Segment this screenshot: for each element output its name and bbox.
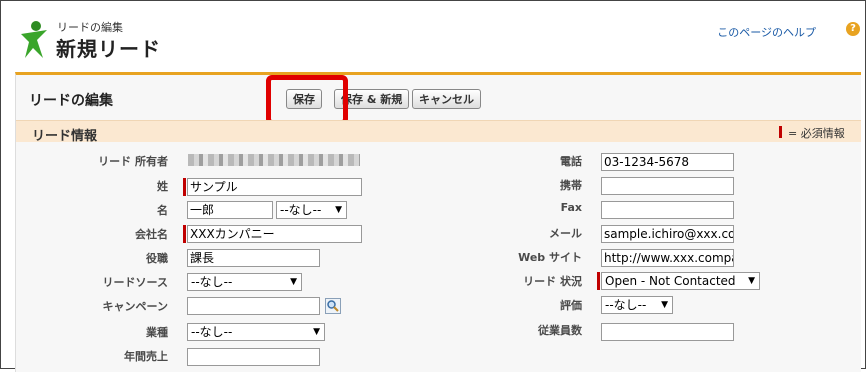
employees-input[interactable] [601, 323, 734, 341]
email-input[interactable]: sample.ichiro@xxx.comp [601, 225, 734, 243]
rating-select-value: --なし-- [605, 298, 647, 312]
page-title: 新規リード [56, 37, 161, 61]
lead-status-select[interactable]: Open - Not Contacted ▼ [601, 272, 760, 290]
chevron-down-icon: ▼ [748, 276, 755, 286]
salutation-select-value: --なし-- [280, 203, 322, 217]
chevron-down-icon: ▼ [313, 327, 320, 337]
first-name-input[interactable]: 一郎 [187, 201, 273, 219]
required-legend: = 必須情報 [788, 127, 845, 140]
lead-source-label: リードソース [102, 276, 168, 289]
salutation-select[interactable]: --なし-- ▼ [276, 201, 347, 219]
job-title-input[interactable]: 課長 [187, 249, 320, 267]
lead-edit-panel: リードの編集 保存 保存 & 新規 キャンセル リード情報 = 必須情報 リード… [15, 72, 861, 372]
employees-label: 従業員数 [538, 324, 582, 337]
lead-source-select[interactable]: --なし-- ▼ [187, 273, 302, 291]
help-link[interactable]: このページのヘルプ [717, 24, 816, 40]
help-icon[interactable]: ? [846, 22, 860, 36]
fax-label: Fax [560, 201, 582, 214]
section-header: リード情報 = 必須情報 [16, 120, 861, 144]
lead-form: リード 所有者 姓 名 会社名 役職 リードソース キャンペーン 業種 年間売上… [16, 142, 861, 372]
chevron-down-icon: ▼ [290, 277, 297, 287]
cancel-button[interactable]: キャンセル [412, 89, 481, 109]
annual-revenue-input[interactable] [187, 348, 320, 366]
lead-status-select-value: Open - Not Contacted [605, 274, 736, 288]
mobile-input[interactable] [601, 177, 734, 195]
lead-logo-icon [21, 21, 47, 58]
owner-label: リード 所有者 [98, 155, 168, 168]
company-required-marker [183, 225, 186, 243]
last-name-label: 姓 [157, 180, 168, 193]
email-label: メール [549, 227, 582, 240]
industry-select[interactable]: --なし-- ▼ [187, 323, 325, 341]
chevron-down-icon: ▼ [661, 300, 668, 310]
website-label: Web サイト [518, 251, 582, 264]
company-label: 会社名 [135, 228, 168, 241]
fax-input[interactable] [601, 201, 734, 219]
phone-label: 電話 [560, 155, 582, 168]
phone-input[interactable]: 03-1234-5678 [601, 153, 734, 171]
owner-value-blurred [188, 154, 360, 166]
rating-label: 評価 [560, 299, 582, 312]
lead-source-select-value: --なし-- [191, 275, 233, 289]
industry-label: 業種 [146, 326, 168, 339]
mobile-label: 携帯 [560, 179, 582, 192]
campaign-input[interactable] [187, 297, 320, 315]
lookup-icon[interactable] [325, 298, 341, 314]
company-input[interactable]: XXXカンパニー [187, 225, 362, 243]
lead-status-required-marker [597, 272, 600, 290]
last-name-required-marker [183, 178, 186, 196]
annual-revenue-label: 年間売上 [124, 350, 168, 363]
industry-select-value: --なし-- [191, 325, 233, 339]
first-name-label: 名 [157, 204, 168, 217]
panel-title: リードの編集 [29, 93, 113, 109]
last-name-input[interactable]: サンプル [187, 178, 362, 196]
chevron-down-icon: ▼ [335, 205, 342, 215]
rating-select[interactable]: --なし-- ▼ [601, 296, 673, 314]
campaign-label: キャンペーン [102, 300, 168, 313]
lead-status-label: リード 状況 [523, 275, 582, 288]
job-title-label: 役職 [146, 252, 168, 265]
required-marker [779, 126, 782, 138]
website-input[interactable]: http://www.xxx.compar [601, 249, 734, 267]
save-button-highlight [266, 75, 348, 125]
